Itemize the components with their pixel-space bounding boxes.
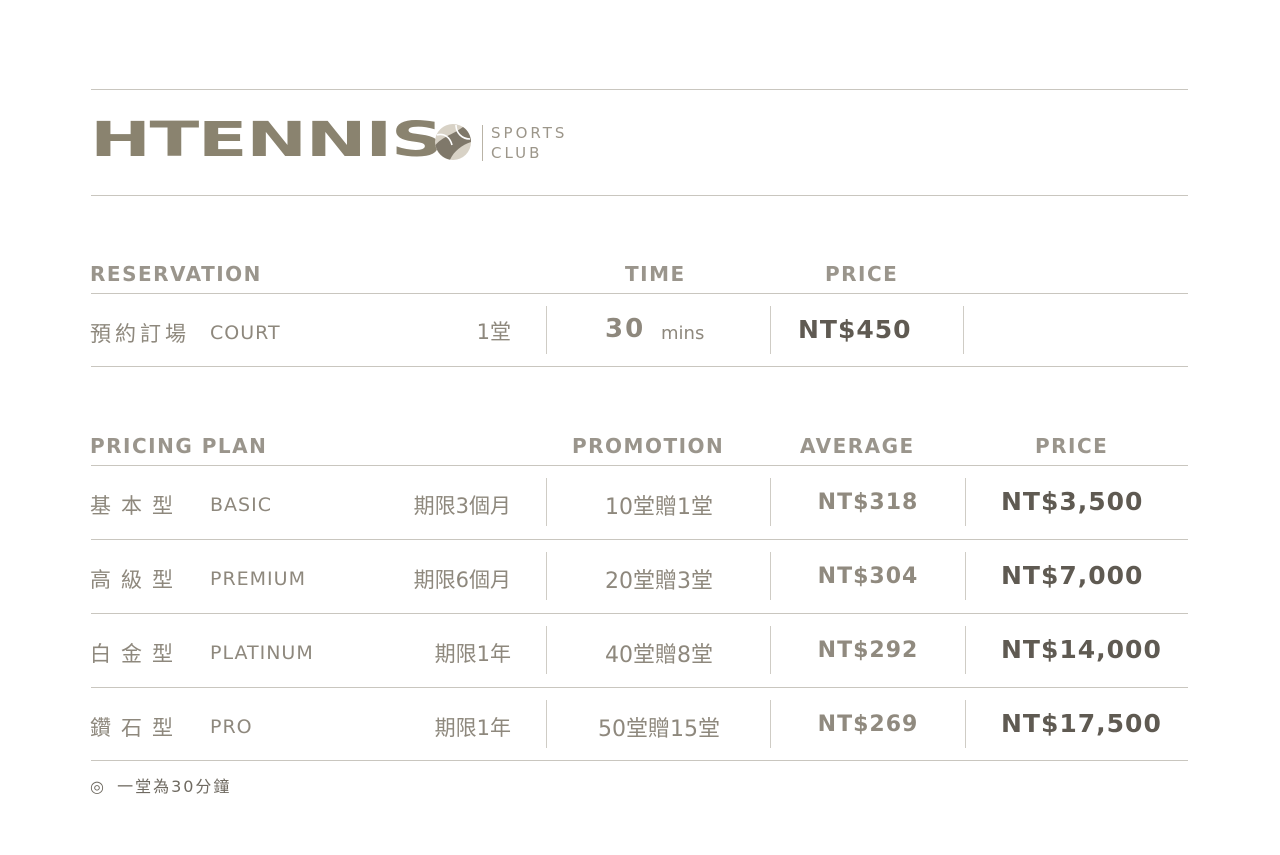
reservation-bottom-rule bbox=[91, 366, 1188, 367]
brand-wordmark: HTENNIS bbox=[90, 112, 443, 168]
pricing-bottom-rule bbox=[91, 760, 1188, 761]
plan-promotion: 50堂贈15堂 bbox=[598, 717, 720, 742]
logo-separator bbox=[482, 125, 483, 161]
top-divider bbox=[91, 89, 1188, 90]
logo-divider bbox=[91, 195, 1188, 196]
plan-price: NT$17,500 bbox=[1001, 709, 1162, 738]
plan-name-en: BASIC bbox=[210, 494, 272, 516]
reservation-unit: 1堂 bbox=[476, 320, 511, 344]
plan-name-en: PREMIUM bbox=[210, 568, 306, 590]
reservation-header-rule bbox=[91, 293, 1188, 294]
plan-promotion: 40堂贈8堂 bbox=[605, 643, 713, 668]
reservation-name-en: COURT bbox=[210, 322, 281, 344]
pricing-promotion-header: PROMOTION bbox=[572, 434, 725, 458]
plan-period: 期限1年 bbox=[434, 716, 511, 740]
row-rule bbox=[91, 539, 1188, 540]
pricing-average-header: AVERAGE bbox=[800, 434, 915, 458]
column-divider bbox=[965, 478, 966, 526]
reservation-title: RESERVATION bbox=[90, 262, 262, 286]
column-divider bbox=[963, 306, 964, 354]
brand-sub-sports: SPORTS bbox=[491, 124, 568, 142]
reservation-time-header: TIME bbox=[625, 262, 686, 286]
plan-name-en: PLATINUM bbox=[210, 642, 314, 664]
column-divider bbox=[965, 626, 966, 674]
plan-promotion: 20堂贈3堂 bbox=[605, 569, 713, 594]
plan-period: 期限6個月 bbox=[413, 568, 511, 592]
reservation-price: NT$450 bbox=[798, 315, 912, 344]
footnote-bullet-icon: ◎ bbox=[90, 777, 104, 796]
plan-price: NT$7,000 bbox=[1001, 561, 1144, 590]
column-divider bbox=[546, 306, 547, 354]
footnote: ◎ 一堂為30分鐘 bbox=[90, 773, 231, 797]
plan-average: NT$318 bbox=[817, 490, 919, 515]
row-rule bbox=[91, 687, 1188, 688]
column-divider bbox=[965, 552, 966, 600]
plan-price: NT$14,000 bbox=[1001, 635, 1162, 664]
plan-average: NT$292 bbox=[817, 638, 919, 663]
plan-average: NT$269 bbox=[817, 712, 919, 737]
plan-name-cn: 基本型 bbox=[90, 494, 183, 518]
pricing-price-header: PRICE bbox=[1035, 434, 1109, 458]
column-divider bbox=[770, 306, 771, 354]
brand-sub-club: CLUB bbox=[491, 144, 543, 162]
tennis-ball-icon bbox=[435, 124, 472, 160]
column-divider bbox=[965, 700, 966, 748]
footnote-text: 一堂為30分鐘 bbox=[117, 777, 232, 796]
reservation-name-cn: 預約訂場 bbox=[90, 322, 190, 346]
plan-promotion: 10堂贈1堂 bbox=[605, 495, 713, 520]
plan-name-cn: 鑽石型 bbox=[90, 716, 183, 740]
reservation-time-unit: mins bbox=[661, 323, 705, 344]
reservation-time-value: 30 bbox=[605, 314, 646, 344]
reservation-price-header: PRICE bbox=[825, 262, 899, 286]
plan-name-en: PRO bbox=[210, 716, 253, 738]
pricing-header-rule bbox=[91, 465, 1188, 466]
row-rule bbox=[91, 613, 1188, 614]
plan-name-cn: 白金型 bbox=[90, 642, 183, 666]
plan-period: 期限3個月 bbox=[413, 494, 511, 518]
plan-name-cn: 高級型 bbox=[90, 568, 183, 592]
plan-price: NT$3,500 bbox=[1001, 487, 1144, 516]
pricing-title: PRICING PLAN bbox=[90, 434, 268, 458]
plan-period: 期限1年 bbox=[434, 642, 511, 666]
plan-average: NT$304 bbox=[817, 564, 919, 589]
